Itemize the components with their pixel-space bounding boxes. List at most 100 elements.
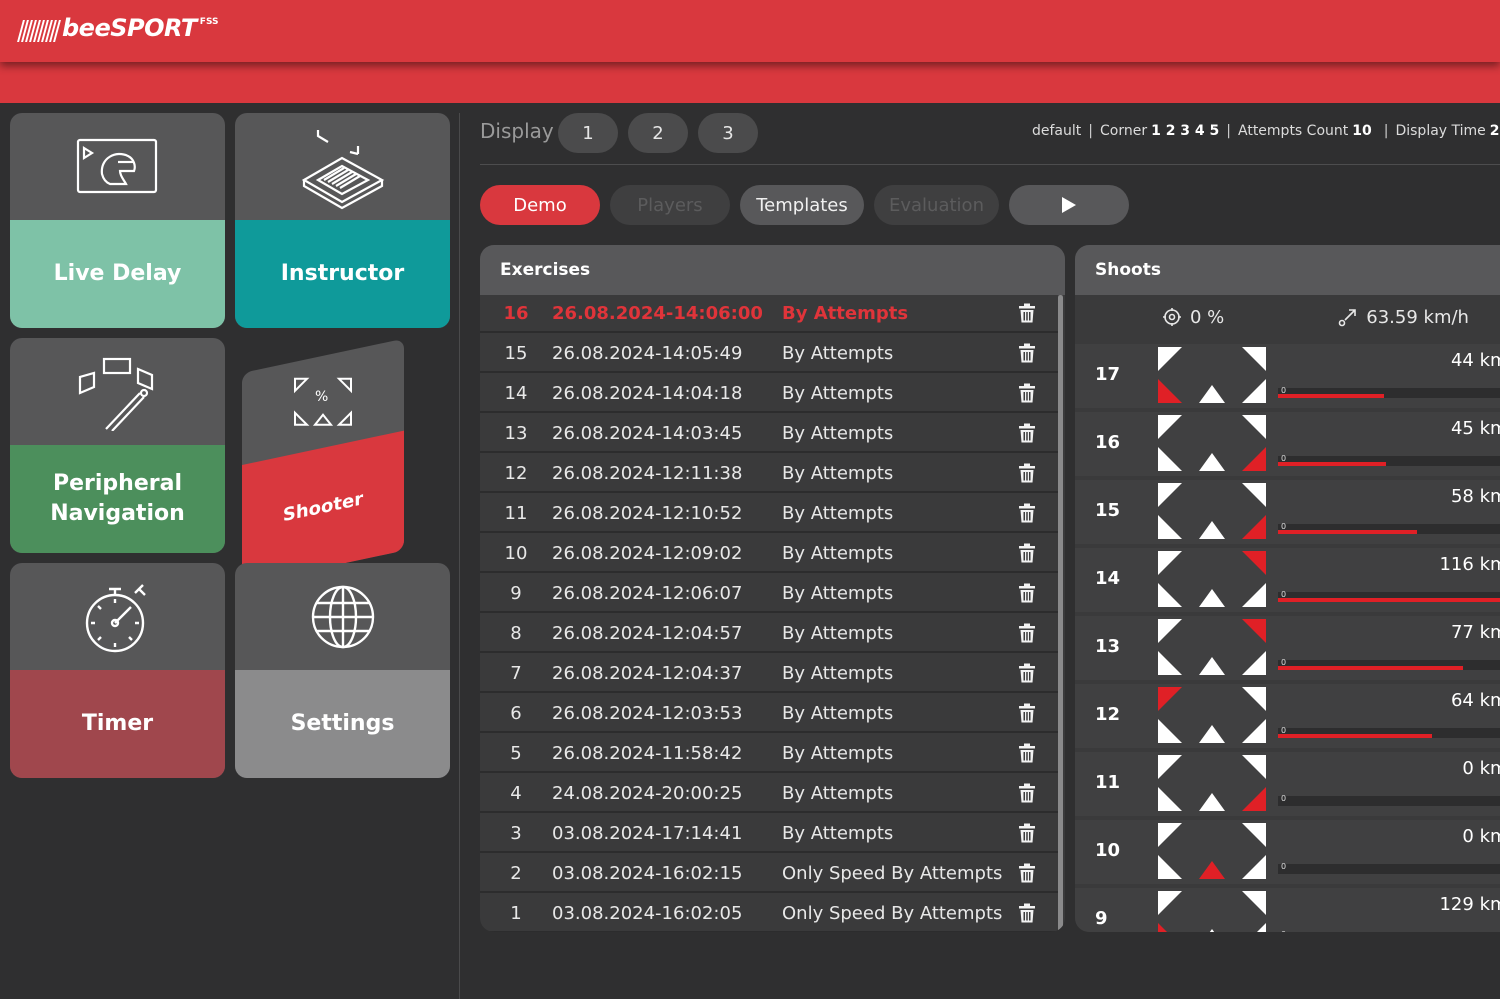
exercise-type: Only Speed By Attempts (782, 862, 1003, 884)
header-divider (480, 164, 1500, 165)
delete-button[interactable] (1012, 903, 1042, 923)
delete-button[interactable] (1012, 863, 1042, 883)
shoot-row[interactable]: 12 64 km/h 0 (1075, 684, 1500, 748)
shoot-row[interactable]: 11 0 km/h 0 (1075, 752, 1500, 816)
corner-bottom-right (1242, 719, 1266, 743)
tab-templates[interactable]: Templates (740, 185, 864, 225)
exercise-row[interactable]: 1 03.08.2024-16:02:05 Only Speed By Attemp… (480, 895, 1058, 932)
shoot-number: 12 (1095, 704, 1121, 725)
brand-logo: beeSPORT FSS (17, 14, 219, 42)
exercise-date: 03.08.2024-16:02:15 (552, 862, 743, 884)
tab-players[interactable]: Players (610, 185, 730, 225)
delete-button[interactable] (1012, 303, 1042, 323)
exercise-number: 6 (510, 702, 522, 724)
display-button-2[interactable]: 2 (628, 113, 688, 153)
exercise-number: 12 (504, 462, 528, 484)
target-grid-icon (1158, 619, 1266, 675)
play-button[interactable] (1009, 185, 1129, 225)
exercise-row[interactable]: 5 26.08.2024-11:58:42 By Attempts (480, 735, 1058, 773)
delete-button[interactable] (1012, 703, 1042, 723)
target-grid-icon (1158, 755, 1266, 811)
top-bar: beeSPORT FSS (0, 0, 1500, 62)
exercise-row[interactable]: 10 26.08.2024-12:09:02 By Attempts (480, 535, 1058, 573)
delete-button[interactable] (1012, 503, 1042, 523)
exercises-scrollbar[interactable] (1058, 295, 1063, 932)
shoot-row[interactable]: 9 129 km/h 0 (1075, 888, 1500, 932)
delete-button[interactable] (1012, 823, 1042, 843)
delete-button[interactable] (1012, 343, 1042, 363)
exercise-row[interactable]: 6 26.08.2024-12:03:53 By Attempts (480, 695, 1058, 733)
exercise-row[interactable]: 3 03.08.2024-17:14:41 By Attempts (480, 815, 1058, 853)
shoots-summary: 0 % 63.59 km/h (1075, 295, 1500, 339)
exercise-row[interactable]: 12 26.08.2024-12:11:38 By Attempts (480, 455, 1058, 493)
delete-button[interactable] (1012, 583, 1042, 603)
exercise-row[interactable]: 16 26.08.2024-14:06:00 By Attempts (480, 295, 1058, 333)
delete-button[interactable] (1012, 663, 1042, 683)
shoot-row[interactable]: 15 58 km/h 0 (1075, 480, 1500, 544)
speed-bar: 0 (1278, 522, 1500, 534)
shoot-row[interactable]: 16 45 km/h 0 (1075, 412, 1500, 476)
exercise-row[interactable]: 8 26.08.2024-12:04:57 By Attempts (480, 615, 1058, 653)
sub-bar (0, 62, 1500, 103)
speed-bar-zero: 0 (1281, 862, 1287, 871)
display-button-1[interactable]: 1 (558, 113, 618, 153)
shoot-row[interactable]: 14 116 km/h 0 (1075, 548, 1500, 612)
tab-evaluation[interactable]: Evaluation (874, 185, 999, 225)
exercise-type: By Attempts (782, 382, 894, 404)
exercise-type: Only Speed By Attempts (782, 902, 1003, 924)
exercise-date: 26.08.2024-14:06:00 (552, 302, 763, 324)
exercise-type: By Attempts (782, 662, 894, 684)
exercise-row[interactable]: 13 26.08.2024-14:03:45 By Attempts (480, 415, 1058, 453)
tile-timer[interactable]: Timer (10, 563, 225, 778)
exercise-number: 14 (504, 382, 528, 404)
exercise-row[interactable]: 2 03.08.2024-16:02:15 Only Speed By Attemp… (480, 855, 1058, 893)
trash-icon (1019, 623, 1035, 643)
tile-instructor[interactable]: Instructor (235, 113, 450, 328)
exercise-type: By Attempts (782, 502, 894, 524)
exercise-row[interactable]: 9 26.08.2024-12:06:07 By Attempts (480, 575, 1058, 613)
corner-top-right (1242, 891, 1266, 915)
shoot-speed: 116 km/h (1439, 554, 1500, 575)
shoot-number: 16 (1095, 432, 1121, 453)
corner-bottom-left (1158, 787, 1182, 811)
exercise-row[interactable]: 11 26.08.2024-12:10:52 By Attempts (480, 495, 1058, 533)
delete-button[interactable] (1012, 543, 1042, 563)
tile-settings[interactable]: Settings (235, 563, 450, 778)
helmet-screen-icon (76, 138, 157, 193)
shoot-row[interactable]: 13 77 km/h 0 (1075, 616, 1500, 680)
display-button-3[interactable]: 3 (698, 113, 758, 153)
speed-bar-fill (1278, 462, 1386, 466)
delete-button[interactable] (1012, 463, 1042, 483)
shoot-row[interactable]: 10 0 km/h 0 (1075, 820, 1500, 884)
tab-demo[interactable]: Demo (480, 185, 600, 225)
delete-button[interactable] (1012, 423, 1042, 443)
exercise-number: 1 (510, 902, 522, 924)
corner-bottom-right (1242, 651, 1266, 675)
speed-bar: 0 (1278, 454, 1500, 466)
delete-button[interactable] (1012, 383, 1042, 403)
vertical-divider (459, 113, 460, 999)
speed-bar: 0 (1278, 658, 1500, 670)
tile-timer-label: Timer (10, 670, 225, 778)
speed-bar-zero: 0 (1281, 930, 1286, 932)
exercise-row[interactable]: 15 26.08.2024-14:05:49 By Attempts (480, 335, 1058, 373)
speed-bar-zero: 0 (1281, 590, 1287, 599)
delete-button[interactable] (1012, 623, 1042, 643)
exercise-row[interactable]: 14 26.08.2024-14:04:18 By Attempts (480, 375, 1058, 413)
exercise-row[interactable]: 4 24.08.2024-20:00:25 By Attempts (480, 775, 1058, 813)
exercise-date: 26.08.2024-12:10:52 (552, 502, 743, 524)
shoot-row[interactable]: 17 44 km/h 0 (1075, 344, 1500, 408)
shoot-number: 15 (1095, 500, 1121, 521)
shoots-avg-speed: 63.59 km/h (1366, 306, 1469, 328)
corner-bottom-left (1158, 583, 1182, 607)
status-display-time-value: 2 (1489, 123, 1500, 139)
delete-button[interactable] (1012, 743, 1042, 763)
tile-shooter[interactable]: % Shooter (242, 338, 404, 585)
corner-top-right (1242, 823, 1266, 847)
speed-bar-zero: 0 (1281, 794, 1287, 803)
tile-peripheral-navigation[interactable]: Peripheral Navigation (10, 338, 225, 553)
delete-button[interactable] (1012, 783, 1042, 803)
exercise-row[interactable]: 7 26.08.2024-12:04:37 By Attempts (480, 655, 1058, 693)
exercise-number: 13 (504, 422, 528, 444)
tile-live-delay[interactable]: Live Delay (10, 113, 225, 328)
